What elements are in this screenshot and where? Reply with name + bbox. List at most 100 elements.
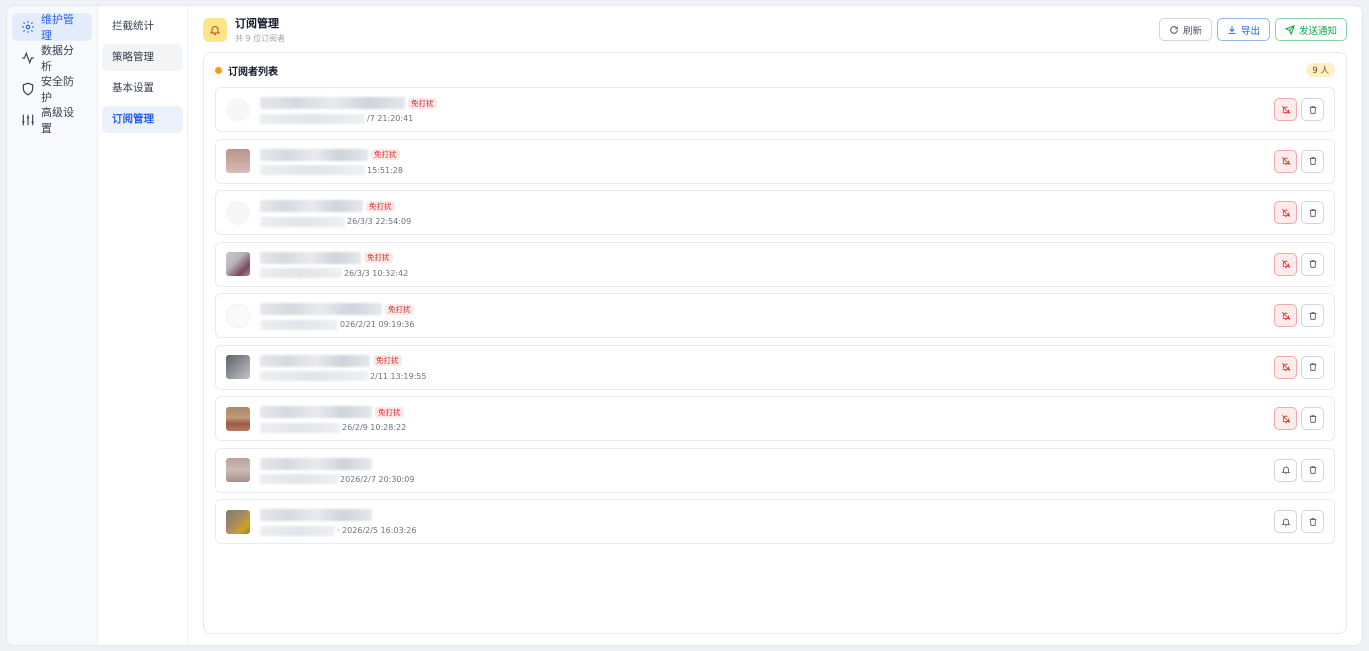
subscribe-time-text: 26/3/3 10:32:42 [344,268,409,278]
avatar [226,458,250,482]
time-redacted [260,422,340,433]
sidebar-item-maintenance[interactable]: 维护管理 [12,13,92,42]
subscriber-name-redacted [260,251,361,264]
unmute-button[interactable] [1274,355,1297,379]
name-line: 免打扰 [260,200,395,212]
header-badge [203,17,227,42]
bell-off-icon [1281,208,1290,217]
subscriber-name-redacted [260,200,363,212]
trash-icon [1309,208,1316,217]
subnav-item-policy[interactable]: 策略管理 [102,44,183,71]
subnav-item-intercept-stats[interactable]: 拦截统计 [102,13,183,40]
delete-button[interactable] [1301,252,1324,276]
subscriber-list: 免打扰/7 21:20:41 免打扰 15:51:28 免打扰 26/3/3 22:54… [215,87,1335,544]
subnav-item-basic-settings[interactable]: 基本设置 [102,75,183,102]
subscribe-time-text: 26/2/9 10:28:22 [342,423,407,432]
mute-button[interactable] [1274,458,1297,482]
refresh-label: 刷新 [1182,25,1202,37]
subscribe-time-text: /7 21:20:41 [367,114,414,123]
row-actions [1274,510,1324,533]
send-notification-button[interactable]: 发送通知 [1274,18,1347,41]
delete-button[interactable] [1301,201,1324,224]
subscribe-time: 2026/2/7 20:30:09 [260,474,414,485]
name-line: 免打扰 [260,354,402,367]
subscriber-count-badge: 9 人 [1306,63,1335,77]
gear-icon [22,21,34,33]
refresh-icon [1170,25,1178,34]
activity-icon [22,51,34,65]
panel-header: 订阅者列表 9 人 [215,53,1335,87]
row-actions [1274,407,1324,430]
unmute-button[interactable] [1274,98,1297,121]
name-line: 免打扰 [260,303,414,315]
bell-off-icon [1281,156,1290,166]
table-row: 2026/2/7 20:30:09 [215,447,1335,493]
send-label: 发送通知 [1298,25,1337,37]
trash-icon [1309,105,1316,114]
unmute-button[interactable] [1274,149,1297,173]
avatar [226,303,250,328]
dnd-badge: 免打扰 [408,97,437,109]
main-content: 订阅管理 共 9 位订阅者 刷新 导出 发送通知 订阅者列表 9 人 免打扰 /… [188,6,1362,645]
row-actions [1274,201,1324,224]
subscribe-time: 26/3/3 10:32:42 [260,268,408,279]
page-header: 订阅管理 共 9 位订阅者 刷新 导出 发送通知 [203,16,1347,43]
subscriber-info: 2026/2/7 20:30:09 [260,449,1274,492]
name-line: 免打扰 [260,251,393,264]
refresh-button[interactable]: 刷新 [1158,18,1212,41]
delete-button[interactable] [1301,304,1324,327]
sidebar-item-label: 高级设置 [41,106,74,135]
dnd-badge: 免打扰 [385,303,414,315]
unmute-button[interactable] [1274,304,1297,327]
subnav-item-subscriptions[interactable]: 订阅管理 [102,106,183,133]
subscriber-name-redacted [260,97,405,109]
subscriber-name-redacted [260,148,368,161]
page-subtitle: 共 9 位订阅者 [235,34,286,43]
subscribe-time: /7 21:20:41 [260,113,413,124]
dnd-badge: 免打扰 [375,406,404,418]
row-actions [1274,98,1324,121]
bell-off-icon [1281,362,1290,372]
dnd-badge: 免打扰 [364,252,393,263]
avatar [226,252,250,276]
subscriber-name-redacted [260,354,370,367]
time-redacted [260,319,338,330]
bell-icon [1281,466,1290,475]
sidebar-item-advanced[interactable]: 高级设置 [12,106,92,135]
subscribe-time: · 2026/2/5 16:03:26 [260,525,417,536]
secondary-sidebar: 拦截统计 策略管理 基本设置 订阅管理 [98,6,188,645]
sidebar-item-security[interactable]: 安全防护 [12,75,92,104]
avatar [226,200,250,225]
table-row: 免打扰 26/2/9 10:28:22 [215,396,1335,441]
sliders-icon [22,114,34,126]
time-redacted [260,474,338,484]
subscribe-time-text: 026/2/21 09:19:36 [340,320,415,329]
delete-button[interactable] [1301,407,1324,430]
subscribe-time-text: 26/3/3 22:54:09 [347,217,412,226]
unmute-button[interactable] [1274,407,1297,430]
name-line [260,457,372,470]
sidebar-item-analytics[interactable]: 数据分析 [12,44,92,73]
status-dot [215,66,222,74]
subscribe-time-text: · 2026/2/5 16:03:26 [337,526,417,535]
delete-button[interactable] [1301,510,1324,533]
export-button[interactable]: 导出 [1216,18,1270,41]
trash-icon [1309,466,1316,474]
delete-button[interactable] [1301,355,1324,379]
subscribe-time: 026/2/21 09:19:36 [260,319,414,330]
unmute-button[interactable] [1274,252,1297,276]
header-actions: 刷新 导出 发送通知 [1158,18,1347,41]
trash-icon [1309,157,1316,165]
subscriber-info: · 2026/2/5 16:03:26 [260,500,1274,543]
delete-button[interactable] [1301,458,1324,482]
unmute-button[interactable] [1274,201,1297,224]
name-line: 免打扰 [260,97,437,109]
subscribe-time: 15:51:28 [260,165,403,176]
delete-button[interactable] [1301,98,1324,121]
trash-icon [1309,260,1316,268]
shield-icon [22,82,34,96]
delete-button[interactable] [1301,149,1324,173]
mute-button[interactable] [1274,510,1297,533]
bell-icon [1281,518,1290,526]
dnd-badge: 免打扰 [373,355,402,366]
